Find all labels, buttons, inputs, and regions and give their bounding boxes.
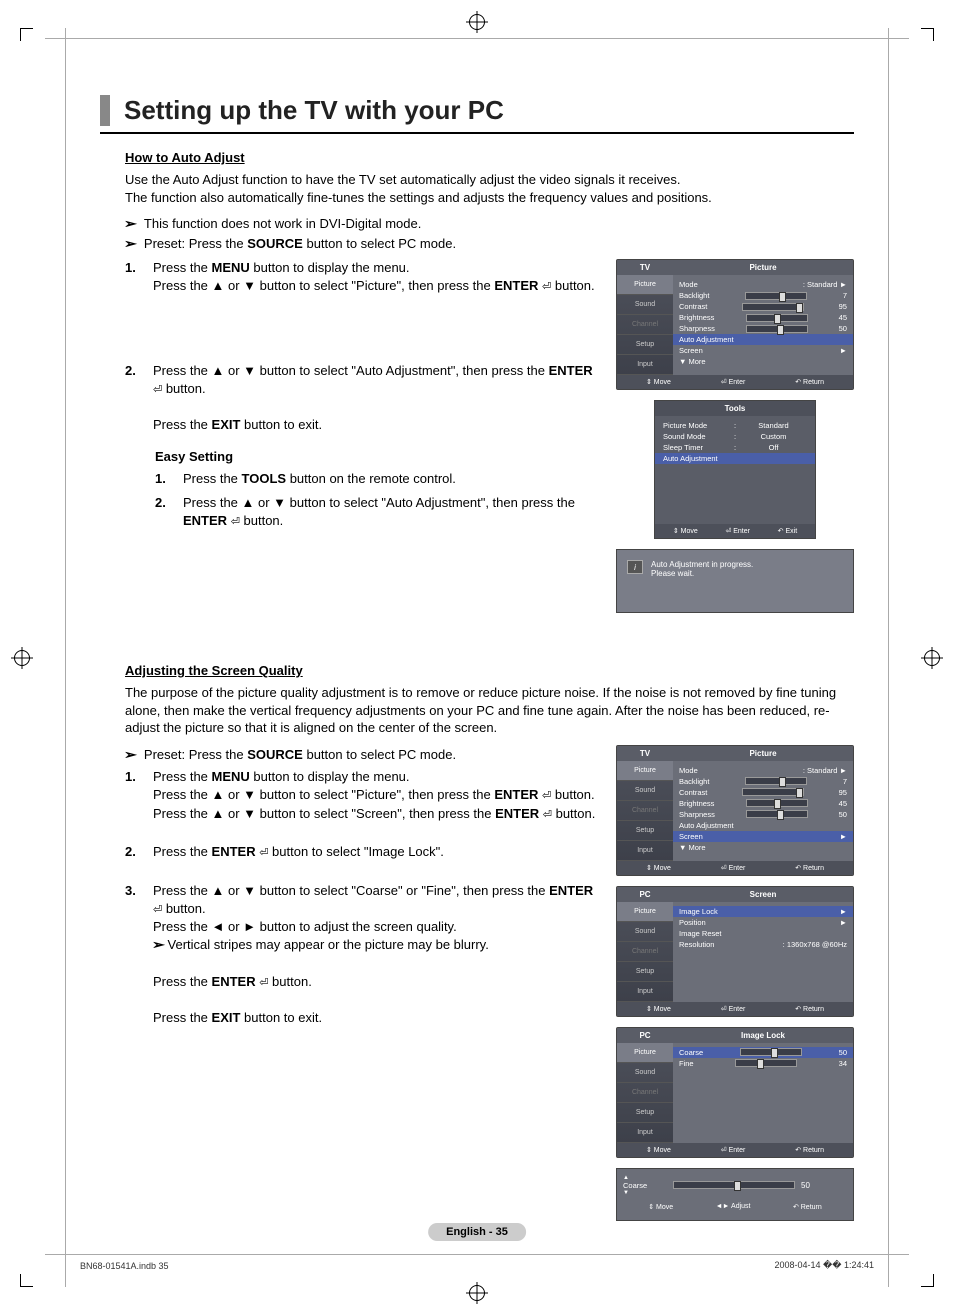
osd-image-lock-menu: PCImage Lock Picture Sound Channel Setup…: [616, 1027, 854, 1158]
sec2-step2: Press the ENTER ⏎ button to select "Imag…: [153, 843, 600, 861]
osd-coarse-adjust: ▲Coarse▼ 50 ⇕ Move◄► Adjust↶ Return: [616, 1168, 854, 1221]
easy-setting-heading: Easy Setting: [155, 449, 600, 464]
osd-picture-menu-2: TVPicture Picture Sound Channel Setup In…: [616, 745, 854, 876]
easy-step1: Press the TOOLS button on the remote con…: [183, 470, 600, 488]
osd-picture-menu-1: TVPicture Picture Sound Channel Setup In…: [616, 259, 854, 390]
sec1-p1: Use the Auto Adjust function to have the…: [125, 172, 680, 187]
footer-left: BN68-01541A.indb 35: [80, 1261, 169, 1271]
tools-auto-adj-hl: Auto Adjustment: [655, 453, 815, 464]
osd-progress-note: i Auto Adjustment in progress.Please wai…: [616, 549, 854, 613]
osd-image-lock-hl: Image Lock►: [673, 906, 853, 917]
sec2-paragraph: The purpose of the picture quality adjus…: [125, 684, 854, 737]
enter-icon: ⏎: [153, 384, 162, 396]
enter-icon: ⏎: [542, 281, 551, 293]
osd-side-input: Input: [617, 355, 673, 375]
step-1-body: Press the MENU button to display the men…: [153, 259, 600, 296]
sec2-step1: Press the MENU button to display the men…: [153, 768, 600, 823]
osd-side-setup: Setup: [617, 335, 673, 355]
note-arrow-icon: ➢: [124, 214, 137, 234]
osd-tools-menu: Tools Picture Mode:Standard Sound Mode:C…: [654, 400, 816, 539]
section-auto-adjust-heading: How to Auto Adjust: [125, 150, 854, 165]
osd-screen-hl: Screen►: [673, 831, 853, 842]
osd-coarse-hl: Coarse50: [673, 1047, 853, 1058]
osd-side-channel: Channel: [617, 315, 673, 335]
registration-mark-right: [924, 650, 940, 666]
step-2-number: 2.: [125, 362, 143, 435]
footer-right: 2008-04-14 �� 1:24:41: [774, 1260, 874, 1271]
osd-side-picture: Picture: [617, 275, 673, 295]
title-accent-bar: [100, 95, 110, 126]
page-title: Setting up the TV with your PC: [124, 95, 504, 126]
enter-icon: ⏎: [543, 809, 552, 821]
note-arrow-icon: ➢: [124, 745, 137, 765]
section-screen-quality-heading: Adjusting the Screen Quality: [125, 663, 854, 678]
step-1-number: 1.: [125, 259, 143, 296]
sec2-step3: Press the ▲ or ▼ button to select "Coars…: [153, 882, 600, 1028]
sec1-note1: This function does not work in DVI-Digit…: [144, 214, 421, 234]
sec1-p2: The function also automatically fine-tun…: [125, 190, 712, 205]
easy-step2: Press the ▲ or ▼ button to select "Auto …: [183, 494, 600, 531]
info-icon: i: [627, 560, 643, 574]
registration-mark-left: [14, 650, 30, 666]
sec1-note2: Preset: Press the SOURCE button to selec…: [144, 234, 456, 254]
step-2-body: Press the ▲ or ▼ button to select "Auto …: [153, 362, 600, 435]
page-number-badge: English - 35: [428, 1223, 526, 1241]
note-arrow-icon: ➢: [152, 936, 165, 954]
registration-mark-bottom: [469, 1285, 485, 1301]
enter-icon: ⏎: [542, 790, 551, 802]
osd-side-sound: Sound: [617, 295, 673, 315]
osd-screen-menu: PCScreen Picture Sound Channel Setup Inp…: [616, 886, 854, 1017]
enter-icon: ⏎: [153, 904, 162, 916]
registration-mark-top: [469, 14, 485, 30]
enter-icon: ⏎: [231, 516, 240, 528]
note-arrow-icon: ➢: [124, 234, 137, 254]
osd-auto-adjustment-hl: Auto Adjustment: [673, 334, 853, 345]
